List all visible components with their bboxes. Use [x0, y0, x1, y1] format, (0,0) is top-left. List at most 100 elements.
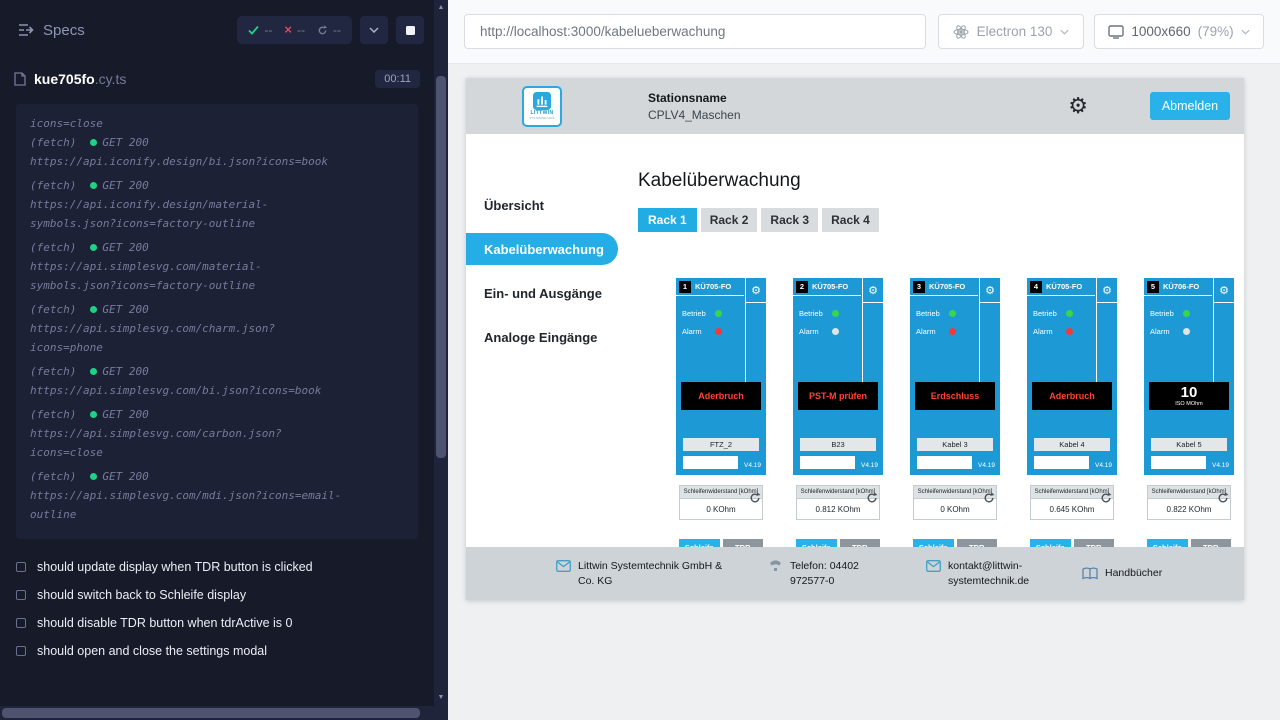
schleife-button[interactable]: Schleife — [1030, 539, 1071, 547]
test-status-icon — [16, 618, 26, 628]
tdr-button[interactable]: TDR — [957, 539, 998, 547]
schleife-button[interactable]: Schleife — [1147, 539, 1188, 547]
sidebar-item-ein-und-ausgaenge[interactable]: Ein- und Ausgänge — [466, 271, 618, 315]
refresh-icon[interactable] — [1100, 491, 1112, 503]
scroll-up-arrow[interactable]: ▲ — [434, 2, 448, 14]
status-dot-icon — [90, 244, 97, 251]
test-item[interactable]: should disable TDR button when tdrActive… — [16, 609, 418, 637]
refresh-icon[interactable] — [983, 491, 995, 503]
betrieb-label: Betrieb — [1150, 309, 1183, 318]
log-prefix: (fetch) — [30, 362, 76, 381]
log-entry: (fetch)GET 200 https://api.iconify.desig… — [30, 176, 404, 233]
device-card: 3 KÜ705-FO ⚙ Betrieb Alarm Erdschluss — [910, 278, 1000, 547]
spec-file-row[interactable]: kue705fo.cy.ts 00:11 — [0, 60, 434, 98]
refresh-icon[interactable] — [866, 491, 878, 503]
firmware-version: V4.19 — [978, 462, 995, 469]
device-settings-icon[interactable]: ⚙ — [1214, 278, 1234, 303]
tdr-button[interactable]: TDR — [723, 539, 764, 547]
url-input[interactable] — [478, 23, 912, 40]
scrollbar-thumb[interactable] — [436, 76, 446, 458]
device-card-top: 3 KÜ705-FO ⚙ Betrieb Alarm Erdschluss — [910, 278, 1000, 475]
log-entry: (fetch)GET 200 https://api.simplesvg.com… — [30, 238, 404, 295]
sidebar-item-kabelueberwachung[interactable]: Kabelüberwachung — [466, 233, 618, 265]
test-item[interactable]: should update display when TDR button is… — [16, 553, 418, 581]
littwin-logo: LITTWIN SYSTEMTECHNIK — [522, 86, 562, 127]
device-number: 5 — [1147, 281, 1159, 293]
tab-rack-2[interactable]: Rack 2 — [701, 208, 758, 232]
logo-subtext: SYSTEMTECHNIK — [529, 117, 555, 120]
tdr-button[interactable]: TDR — [840, 539, 881, 547]
device-card-titlebar: 3 KÜ705-FO — [910, 278, 978, 296]
betrieb-led — [949, 310, 956, 317]
cable-name: FTZ_2 — [683, 438, 759, 451]
device-card-titlebar: 5 KÜ706-FO — [1144, 278, 1212, 296]
device-settings-icon[interactable]: ⚙ — [746, 278, 766, 303]
device-settings-icon[interactable]: ⚙ — [980, 278, 1000, 303]
tdr-button[interactable]: TDR — [1191, 539, 1232, 547]
betrieb-label: Betrieb — [682, 309, 715, 318]
test-title: should open and close the settings modal — [37, 644, 267, 658]
log-url: https://api.simplesvg.com/charm.json? — [30, 319, 404, 338]
schleife-button[interactable]: Schleife — [796, 539, 837, 547]
status-dot-icon — [90, 368, 97, 375]
alarm-led — [715, 328, 722, 335]
scroll-down-arrow[interactable]: ▼ — [434, 692, 448, 704]
passed-count: -- — [264, 23, 272, 37]
device-number: 4 — [1030, 281, 1042, 293]
specs-link[interactable]: Specs — [18, 22, 85, 39]
url-bar[interactable] — [464, 14, 926, 49]
betrieb-led — [1066, 310, 1073, 317]
manuals-label: Handbücher — [1105, 566, 1162, 580]
device-card-titlebar: 1 KÜ705-FO — [676, 278, 744, 296]
schleife-button[interactable]: Schleife — [679, 539, 720, 547]
tab-rack-3[interactable]: Rack 3 — [761, 208, 818, 232]
company-name: Littwin Systemtechnik GmbH & Co. KG — [578, 559, 734, 587]
betrieb-led — [1183, 310, 1190, 317]
cable-name: Kabel 3 — [917, 438, 993, 451]
test-item[interactable]: should switch back to Schleife display — [16, 581, 418, 609]
mail-icon — [556, 560, 571, 572]
page-title: Kabelüberwachung — [638, 170, 1244, 192]
cable-field — [917, 456, 972, 469]
sidebar-item-uebersicht[interactable]: Übersicht — [466, 183, 618, 227]
sidebar-item-analoge-eingaenge[interactable]: Analoge Eingänge — [466, 315, 618, 359]
tdr-button[interactable]: TDR — [1074, 539, 1115, 547]
log-url: https://api.simplesvg.com/mdi.json?icons… — [30, 486, 404, 505]
log-url: symbols.json?icons=factory-outline — [30, 214, 404, 233]
littwin-logo-icon — [533, 92, 551, 110]
footer-manuals[interactable]: Handbücher — [1082, 566, 1162, 580]
horizontal-scrollbar[interactable] — [0, 706, 434, 720]
command-log[interactable]: icons=close (fetch)GET 200 https://api.i… — [16, 104, 418, 539]
settings-gear-icon[interactable]: ⚙ — [1068, 95, 1088, 117]
card-buttons: Schleife TDR — [1030, 539, 1114, 547]
log-url: https://api.simplesvg.com/bi.json?icons=… — [30, 381, 404, 400]
device-model: KÜ705-FO — [812, 282, 848, 291]
vertical-scrollbar[interactable]: ▲ ▼ — [434, 0, 448, 706]
schleife-button[interactable]: Schleife — [913, 539, 954, 547]
refresh-icon[interactable] — [749, 491, 761, 503]
log-url: https://api.iconify.design/bi.json?icons… — [30, 152, 404, 171]
tab-rack-1[interactable]: Rack 1 — [638, 208, 697, 232]
chevron-down-icon — [1241, 29, 1250, 35]
stop-button[interactable] — [396, 16, 424, 44]
cable-field — [683, 456, 738, 469]
refresh-icon[interactable] — [1217, 491, 1229, 503]
device-number: 2 — [796, 281, 808, 293]
test-item[interactable]: should open and close the settings modal — [16, 637, 418, 665]
viewport-selector[interactable]: 1000x660 (79%) — [1094, 14, 1264, 49]
test-title: should update display when TDR button is… — [37, 560, 313, 574]
scrollbar-thumb[interactable] — [2, 708, 420, 718]
device-settings-icon[interactable]: ⚙ — [1097, 278, 1117, 303]
logout-button[interactable]: Abmelden — [1150, 92, 1230, 120]
specs-icon — [18, 23, 34, 37]
device-settings-icon[interactable]: ⚙ — [863, 278, 883, 303]
tab-rack-4[interactable]: Rack 4 — [822, 208, 879, 232]
collapse-button[interactable] — [360, 16, 388, 44]
status-text: PST-M prüfen — [809, 391, 867, 401]
browser-selector[interactable]: Electron 130 — [938, 14, 1084, 49]
specs-label: Specs — [43, 22, 85, 39]
log-entry: (fetch)GET 200 https://api.simplesvg.com… — [30, 467, 404, 524]
log-method: GET 200 — [102, 405, 148, 424]
log-url: symbols.json?icons=factory-outline — [30, 276, 404, 295]
app-preview: LITTWIN SYSTEMTECHNIK Stationsname CPLV4… — [466, 78, 1244, 600]
